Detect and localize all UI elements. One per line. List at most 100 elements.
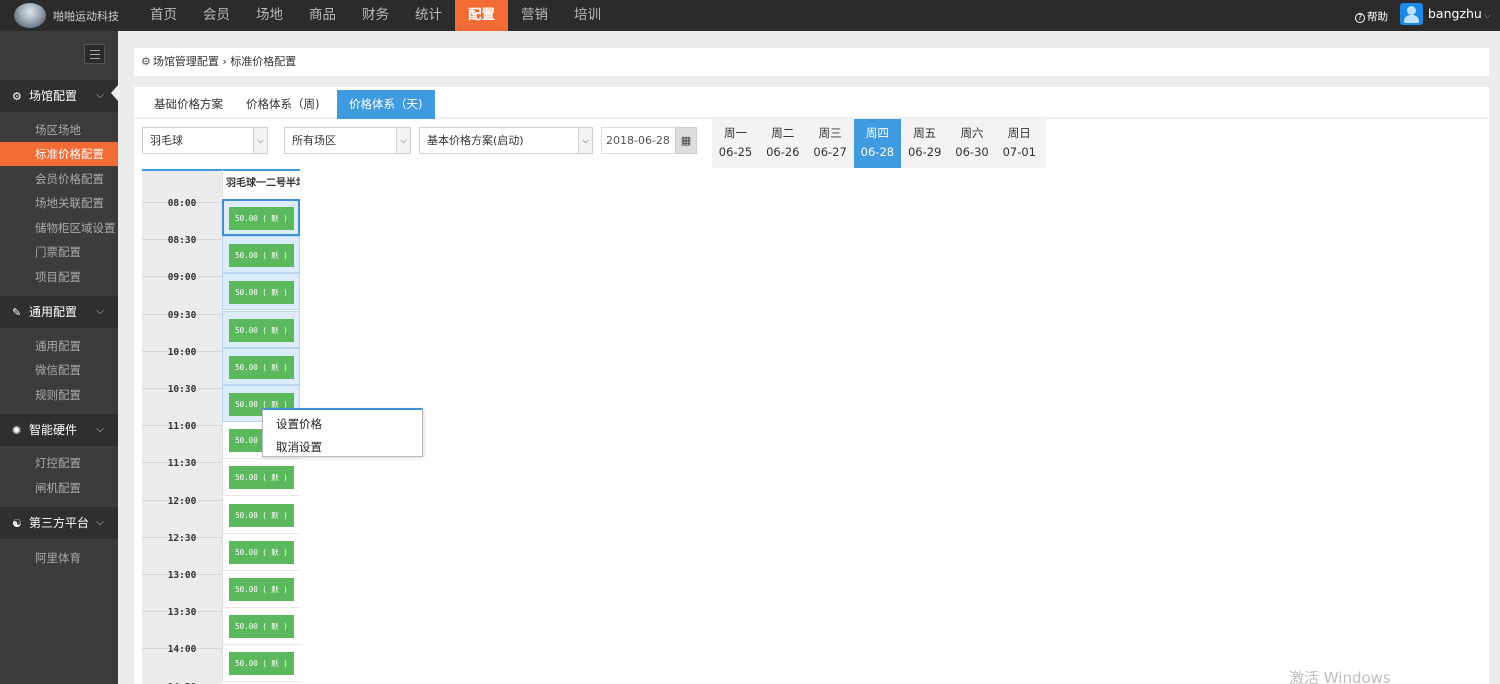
week-day-date: 06-25 xyxy=(718,145,753,159)
nav-item[interactable]: 会员 xyxy=(190,0,243,31)
sidebar-item[interactable]: 微信配置 xyxy=(0,358,118,382)
nav-item[interactable]: 财务 xyxy=(349,0,402,31)
week-day-name: 周四 xyxy=(865,126,889,140)
price-cell[interactable]: 50.00 ( 默 ) xyxy=(222,199,300,236)
time-label: 13:00 xyxy=(167,570,197,581)
user-menu[interactable]: bangzhu ⌵ xyxy=(1428,6,1491,21)
time-label: 08:30 xyxy=(167,235,197,247)
sidebar-group[interactable]: ⚙ 场馆配置 ⌵ xyxy=(0,80,118,112)
sidebar-item[interactable]: 门票配置 xyxy=(0,240,118,264)
price-cell[interactable]: 50.00 ( 默 ) xyxy=(222,533,300,571)
tab-day-pricing[interactable]: 价格体系（天) xyxy=(337,90,435,119)
price-cell[interactable]: 50.00 ( 默 ) xyxy=(222,347,300,385)
sidebar-item[interactable]: 闸机配置 xyxy=(0,476,118,500)
week-day[interactable]: 周五 06-29 xyxy=(901,119,948,168)
tab-week-pricing[interactable]: 价格体系（周) xyxy=(246,90,320,119)
price-cell[interactable]: 50.00 ( 默 ) xyxy=(222,459,300,497)
calendar-icon[interactable]: ▦ xyxy=(675,127,697,154)
week-day-name: 周三 xyxy=(818,126,842,140)
sidebar-group[interactable]: ✎ 通用配置 ⌵ xyxy=(0,296,118,328)
price-tag-button[interactable]: 50.00 ( 默 ) xyxy=(229,578,294,601)
nav-item[interactable]: 首页 xyxy=(137,0,190,31)
price-tag-button[interactable]: 50.00 ( 默 ) xyxy=(229,503,294,527)
user-avatar[interactable] xyxy=(1400,3,1423,25)
breadcrumb-current: 标准价格配置 xyxy=(230,55,297,68)
week-day[interactable]: 周二 06-26 xyxy=(759,119,806,168)
nav-item[interactable]: 场地 xyxy=(243,0,296,31)
week-day[interactable]: 周六 06-30 xyxy=(949,119,996,168)
nav-item[interactable]: 配置 xyxy=(455,0,508,31)
sidebar-toggle-button[interactable] xyxy=(84,44,105,64)
nav-item[interactable]: 营销 xyxy=(508,0,561,31)
sidebar-item[interactable]: 场地关联配置 xyxy=(0,191,118,215)
main-nav: 首页 会员 场地 商品 财务 统计 配置 营销 培训 xyxy=(137,0,614,31)
chevron-down-icon: ⌵ xyxy=(96,517,104,528)
price-plan-select[interactable]: 基本价格方案(启动) ⌵ xyxy=(419,127,593,154)
price-cell[interactable]: 50.00 ( 默 ) xyxy=(222,310,300,348)
help-label: 帮助 xyxy=(1367,11,1388,23)
sidebar-item[interactable]: 通用配置 xyxy=(0,334,118,358)
help-link[interactable]: ? 帮助 xyxy=(1355,9,1388,24)
price-tag-button[interactable]: 50.00 ( 默 ) xyxy=(229,318,294,342)
price-cell[interactable]: 50.00 ( 默 ) xyxy=(222,236,300,274)
price-cell[interactable]: 50.00 ( 默 ) xyxy=(222,496,300,534)
nav-item[interactable]: 商品 xyxy=(296,0,349,31)
sidebar-active-pointer xyxy=(111,85,118,101)
price-tag-button[interactable]: 50.00 ( 默 ) xyxy=(229,281,294,305)
sidebar-group[interactable]: ☯ 第三方平台 ⌵ xyxy=(0,507,118,539)
time-label: 10:30 xyxy=(167,384,197,395)
week-day-selector: 周一 06-25 周二 06-26 周三 06-27 周四 06-28 周五 06-29 周六 06-… xyxy=(712,119,1046,168)
tab-basic-plan[interactable]: 基础价格方案 xyxy=(154,90,223,119)
wrench-icon: ✎ xyxy=(12,306,22,319)
week-day[interactable]: 周三 06-27 xyxy=(807,119,854,168)
week-day[interactable]: 周四 06-28 xyxy=(853,119,901,168)
sidebar-item[interactable]: 标准价格配置 xyxy=(0,142,118,166)
sidebar-item[interactable]: 灯控配置 xyxy=(0,451,118,475)
sidebar-item[interactable]: 项目配置 xyxy=(0,265,118,289)
price-tag-button[interactable]: 50.00 ( 默 ) xyxy=(229,244,294,268)
nav-item[interactable]: 统计 xyxy=(402,0,455,31)
week-day-date: 06-29 xyxy=(907,145,942,159)
sidebar: ⚙ 场馆配置 ⌵ 场区场地 标准价格配置 会员价格配置 场地关联配置 储物柜区域设置 门票配置项… xyxy=(0,31,118,684)
week-day-name: 周日 xyxy=(1007,126,1031,140)
week-day-date: 06-26 xyxy=(766,145,800,159)
time-label: 08:00 xyxy=(167,198,197,209)
week-day[interactable]: 周一 06-25 xyxy=(712,119,759,168)
time-label: 12:30 xyxy=(167,532,197,544)
sidebar-item[interactable]: 储物柜区域设置 xyxy=(0,216,118,240)
breadcrumb-parent[interactable]: 场馆管理配置 xyxy=(153,55,219,68)
price-cell[interactable]: 50.00 ( 默 ) xyxy=(222,273,300,311)
sidebar-group-label: 场馆配置 xyxy=(29,89,78,103)
chevron-down-icon: ⌵ xyxy=(96,424,104,435)
menu-cancel-setting[interactable]: 取消设置 xyxy=(276,439,322,455)
price-cell[interactable]: 50.00 ( 默 ) xyxy=(222,608,300,646)
price-cell[interactable]: 50.00 ( 默 ) xyxy=(222,571,300,608)
sidebar-group[interactable]: ✺ 智能硬件 ⌵ xyxy=(0,414,118,446)
sidebar-item[interactable]: 阿里体育 xyxy=(0,546,118,570)
week-day[interactable]: 周日 07-01 xyxy=(996,119,1043,168)
sidebar-item[interactable]: 规则配置 xyxy=(0,383,118,407)
price-tag-button[interactable]: 50.00 ( 默 ) xyxy=(229,355,294,379)
windows-activation-watermark: 激活 Windows xyxy=(1289,669,1391,684)
sidebar-group-label: 第三方平台 xyxy=(29,516,90,530)
chevron-down-icon: ⌵ xyxy=(578,128,592,153)
cog-icon: ✺ xyxy=(12,424,22,437)
price-tag-button[interactable]: 50.00 ( 默 ) xyxy=(229,466,294,490)
week-day-name: 周五 xyxy=(913,126,937,140)
price-tag-button[interactable]: 50.00 ( 默 ) xyxy=(229,615,294,639)
sidebar-item[interactable]: 场区场地 xyxy=(0,118,118,142)
price-cell[interactable]: 50.00 ( 默 ) xyxy=(222,645,300,683)
nav-item[interactable]: 培训 xyxy=(561,0,614,31)
date-input[interactable]: 2018-06-28 xyxy=(601,127,676,154)
area-select[interactable]: 所有场区 ⌵ xyxy=(284,127,411,154)
sidebar-group-label: 智能硬件 xyxy=(29,423,78,437)
sidebar-item[interactable]: 会员价格配置 xyxy=(0,167,118,191)
price-tag-button[interactable]: 50.00 ( 默 ) xyxy=(229,652,294,676)
price-tag-button[interactable]: 50.00 ( 默 ) xyxy=(229,540,294,564)
gear-icon: ⚙ xyxy=(141,55,151,68)
menu-set-price[interactable]: 设置价格 xyxy=(276,416,322,432)
price-tag-button[interactable]: 50.00 ( 默 ) xyxy=(229,207,294,230)
sport-select[interactable]: 羽毛球 ⌵ xyxy=(142,127,268,154)
breadcrumb-separator: › xyxy=(222,55,227,68)
week-day-name: 周二 xyxy=(771,126,795,140)
